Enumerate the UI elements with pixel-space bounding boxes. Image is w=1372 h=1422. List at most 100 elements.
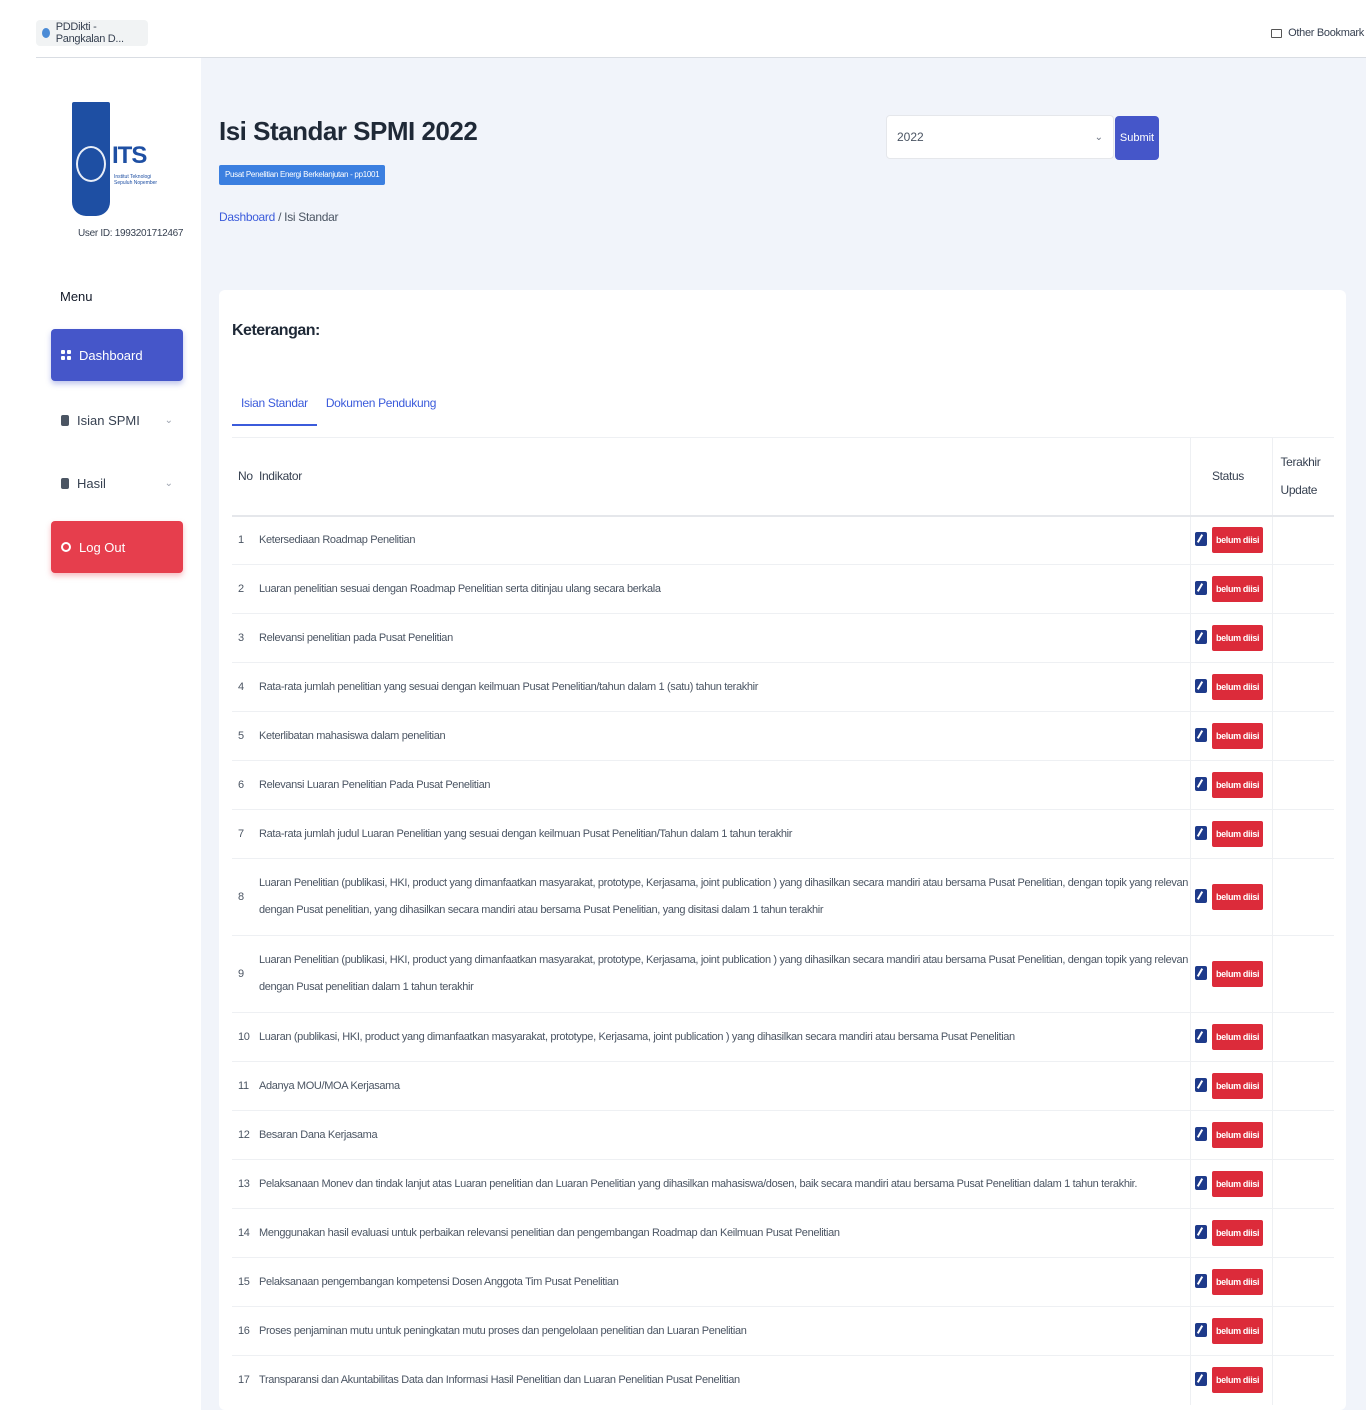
status-badge: belum diisi [1212,1269,1264,1295]
row-number: 16 [232,1306,256,1356]
logo-shield [72,102,110,216]
logout-label: Log Out [79,539,126,555]
status-cell: belum diisi [1212,613,1272,663]
emblem-icon [76,146,106,182]
edit-icon[interactable] [1195,580,1208,595]
edit-icon[interactable] [1195,1126,1208,1141]
edit-icon[interactable] [1195,1077,1208,1092]
breadcrumb: Dashboard / Isi Standar [219,210,339,224]
status-badge: belum diisi [1212,576,1264,602]
breadcrumb-separator: / [278,210,282,224]
grid-icon [61,350,71,360]
table-row: 13 Pelaksanaan Monev dan tindak lanjut at… [232,1159,1334,1209]
tab-isian-standar[interactable]: Isian Standar [232,382,317,426]
edit-cell [1189,1012,1212,1062]
row-number: 11 [232,1061,256,1111]
column-header-terakhir-update: Terakhir Update [1271,437,1334,517]
row-indicator: Keterlibatan mahasiswa dalam penelitian [256,711,1190,761]
row-number: 8 [232,858,256,936]
sidebar-item-hasil[interactable]: Hasil ⌄ [51,457,183,509]
last-update-cell [1271,613,1334,663]
table-row: 4 Rata-rata jumlah penelitian yang sesuai… [232,662,1334,712]
background-window-strip [0,58,36,1422]
edit-icon[interactable] [1195,776,1208,791]
column-header-no: No [232,437,256,517]
standar-card: Keterangan: Isian Standar Dokumen Penduk… [219,290,1346,1410]
row-number: 17 [232,1355,256,1405]
menu-label: Menu [60,289,93,304]
last-update-cell [1271,760,1334,810]
edit-icon[interactable] [1195,965,1208,980]
edit-cell [1189,1257,1212,1307]
edit-icon[interactable] [1195,1322,1208,1337]
row-indicator: Ketersediaan Roadmap Penelitian [256,515,1190,565]
table-row: 17 Transparansi dan Akuntabilitas Data da… [232,1355,1334,1405]
edit-icon[interactable] [1195,531,1208,546]
last-update-cell [1271,711,1334,761]
tab-dokumen-pendukung[interactable]: Dokumen Pendukung [317,382,445,426]
edit-icon[interactable] [1195,1175,1208,1190]
edit-icon[interactable] [1195,678,1208,693]
status-cell: belum diisi [1212,711,1272,761]
edit-icon[interactable] [1195,888,1208,903]
edit-cell [1189,760,1212,810]
status-cell: belum diisi [1212,564,1272,614]
table-row: 9 Luaran Penelitian (publikasi, HKI, prod… [232,935,1334,1013]
edit-icon[interactable] [1195,629,1208,644]
status-cell: belum diisi [1212,858,1272,936]
file-icon [61,414,69,426]
edit-cell [1189,1110,1212,1160]
status-cell: belum diisi [1212,1012,1272,1062]
edit-cell [1189,613,1212,663]
row-indicator: Luaran Penelitian (publikasi, HKI, produ… [256,935,1190,1013]
year-select[interactable]: 2022 ⌄ [886,115,1114,159]
status-cell: belum diisi [1212,1306,1272,1356]
table-header-row: No Indikator Status Terakhir Update [232,437,1334,517]
edit-icon[interactable] [1195,1273,1208,1288]
status-cell: belum diisi [1212,809,1272,859]
status-cell: belum diisi [1212,1208,1272,1258]
edit-icon[interactable] [1195,1028,1208,1043]
sidebar-item-isian-spmi[interactable]: Isian SPMI ⌄ [51,394,183,446]
bookmark-tab[interactable]: PDDikti - Pangkalan D... [36,20,148,46]
status-badge: belum diisi [1212,527,1264,554]
status-badge: belum diisi [1212,772,1264,798]
row-number: 15 [232,1257,256,1307]
logout-button[interactable]: Log Out [51,521,183,573]
edit-cell [1189,711,1212,761]
last-update-cell [1271,1110,1334,1160]
submit-button[interactable]: Submit [1115,116,1159,160]
status-badge: belum diisi [1212,1220,1264,1246]
edit-icon[interactable] [1195,825,1208,840]
unit-badge: Pusat Penelitian Energi Berkelanjutan - … [219,165,386,185]
globe-icon [42,28,50,38]
breadcrumb-dashboard-link[interactable]: Dashboard [219,210,275,224]
row-indicator: Relevansi penelitian pada Pusat Peneliti… [256,613,1190,663]
edit-cell [1189,1208,1212,1258]
last-update-cell [1271,515,1334,565]
status-badge: belum diisi [1212,1171,1264,1197]
status-cell: belum diisi [1212,662,1272,712]
last-update-cell [1271,1355,1334,1405]
row-indicator: Luaran penelitian sesuai dengan Roadmap … [256,564,1190,614]
edit-icon[interactable] [1195,1224,1208,1239]
year-select-value: 2022 [897,130,924,144]
table-row: 11 Adanya MOU/MOA Kerjasama belum diisi [232,1061,1334,1111]
row-indicator: Rata-rata jumlah judul Luaran Penelitian… [256,809,1190,859]
table-row: 6 Relevansi Luaran Penelitian Pada Pusat … [232,760,1334,810]
last-update-cell [1271,564,1334,614]
tab-bar: Isian Standar Dokumen Pendukung [232,382,445,426]
other-bookmarks[interactable]: Other Bookmark [1271,20,1364,46]
edit-icon[interactable] [1195,1371,1208,1386]
sidebar-item-label: Isian SPMI [77,412,140,428]
its-logo: ITS Institut Teknologi Sepuluh Nopember [72,102,164,218]
last-update-cell [1271,935,1334,1013]
row-number: 10 [232,1012,256,1062]
status-cell: belum diisi [1212,1355,1272,1405]
edit-cell [1189,1061,1212,1111]
edit-icon[interactable] [1195,727,1208,742]
sidebar: ITS Institut Teknologi Sepuluh Nopember … [36,58,201,1422]
sidebar-item-label: Hasil [77,475,106,491]
sidebar-item-dashboard[interactable]: Dashboard [51,329,183,381]
row-indicator: Transparansi dan Akuntabilitas Data dan … [256,1355,1190,1405]
